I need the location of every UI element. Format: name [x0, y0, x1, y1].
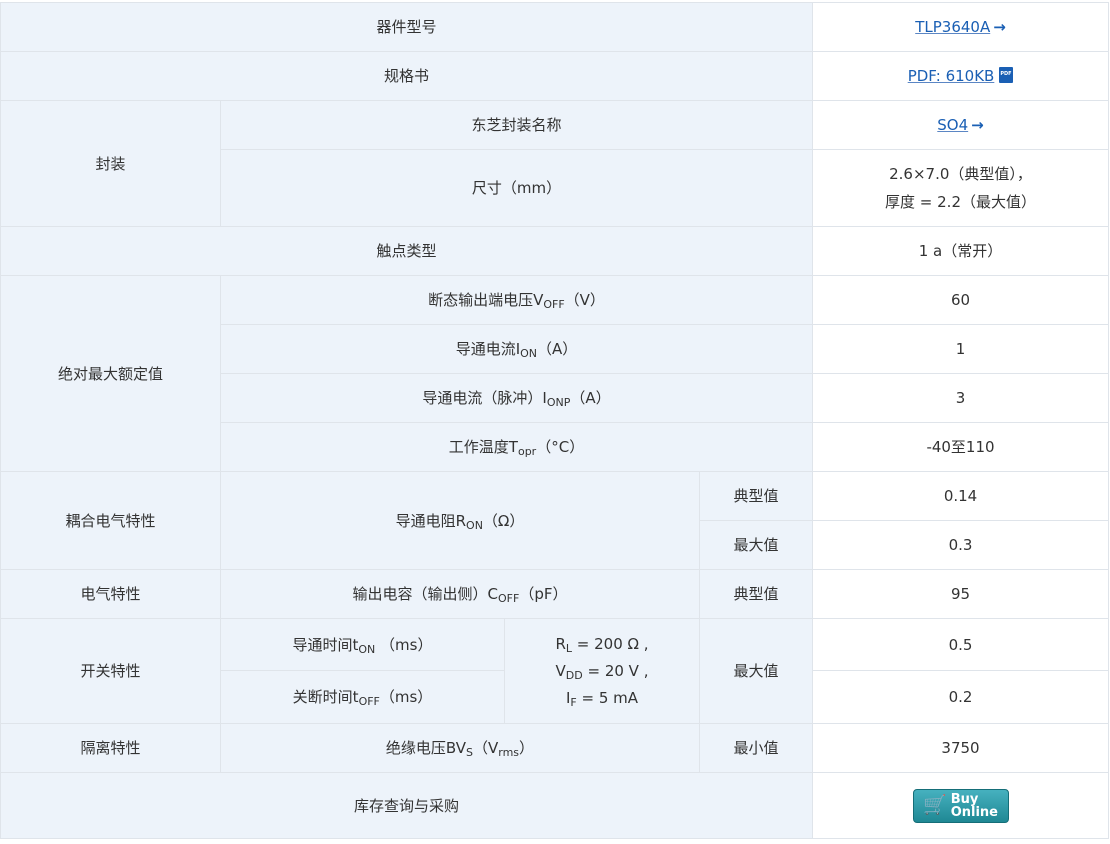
- row-voff: 绝对最大额定值 断态输出端电压VOFF（V） 60: [0, 275, 1110, 472]
- switching-cond: 最大值: [698, 618, 814, 724]
- buy-online-button[interactable]: 🛒 Buy Online: [912, 788, 1009, 823]
- topr-label: 工作温度Topr（°C）: [219, 422, 814, 472]
- part-number-label: 器件型号: [0, 2, 814, 52]
- ion-label: 导通电流ION（A）: [219, 324, 814, 374]
- voff-label: 断态输出端电压VOFF（V）: [219, 275, 814, 325]
- toff-value: 0.2: [812, 670, 1110, 724]
- isolation-label: 隔离特性: [0, 723, 221, 773]
- voff-value: 60: [812, 275, 1110, 325]
- row-coff: 电气特性 输出电容（输出侧）COFF（pF） 典型值 95: [0, 569, 1110, 619]
- ionp-value: 3: [812, 373, 1110, 423]
- row-ron-typ: 耦合电气特性 导通电阻RON（Ω） 典型值 0.14: [0, 471, 1110, 570]
- shopping-cart-icon: 🛒: [923, 794, 947, 816]
- bvs-cond: 最小值: [698, 723, 814, 773]
- if-condition: IF = 5 mA: [565, 688, 639, 709]
- row-contact-type: 触点类型 1 a（常开）: [0, 226, 1110, 276]
- ron-max-value: 0.3: [812, 520, 1110, 570]
- coff-cond: 典型值: [698, 569, 814, 619]
- package-name-label: 东芝封装名称: [219, 100, 814, 150]
- topr-value: -40至110: [812, 422, 1110, 472]
- row-part-number: 器件型号 TLP3640A →: [0, 2, 1110, 52]
- row-ton: 开关特性 导通时间tON （ms） RL = 200 Ω , VDD = 20 …: [0, 618, 1110, 724]
- ton-label: 导通时间tON （ms）: [220, 618, 505, 671]
- package-size-line2: 厚度 = 2.2（最大值）: [885, 193, 1036, 211]
- abs-max-label: 绝对最大额定值: [0, 275, 221, 472]
- ion-value: 1: [812, 324, 1110, 374]
- rl-condition: RL = 200 Ω ,: [555, 634, 649, 655]
- ron-label: 导通电阻RON（Ω）: [220, 471, 700, 570]
- toff-label: 关断时间tOFF（ms）: [220, 670, 505, 724]
- package-size-label: 尺寸（mm）: [219, 149, 814, 227]
- package-size-line1: 2.6×7.0（典型值），: [889, 165, 1032, 183]
- datasheet-label: 规格书: [0, 51, 814, 101]
- arrow-right-icon[interactable]: →: [971, 116, 984, 134]
- coff-value: 95: [812, 569, 1110, 619]
- row-bvs: 隔离特性 绝缘电压BVS（Vrms） 最小值 3750: [0, 723, 1110, 773]
- package-name-link[interactable]: SO4: [937, 116, 968, 134]
- coff-label: 输出电容（输出侧）COFF（pF）: [220, 569, 700, 619]
- row-purchase: 库存查询与采购 🛒 Buy Online: [0, 772, 1110, 839]
- contact-type-value: 1 a（常开）: [812, 226, 1110, 276]
- product-spec-table: 器件型号 TLP3640A → 规格书 PDF: 610KB PDF 封装 东芝封装…: [0, 2, 1110, 839]
- arrow-right-icon[interactable]: →: [993, 18, 1006, 36]
- bvs-value: 3750: [812, 723, 1110, 773]
- switching-conditions: RL = 200 Ω , VDD = 20 V , IF = 5 mA: [504, 618, 700, 724]
- row-datasheet: 规格书 PDF: 610KB PDF: [0, 51, 1110, 101]
- part-number-link[interactable]: TLP3640A: [915, 18, 990, 36]
- ron-typ-label: 典型值: [698, 471, 814, 521]
- ton-value: 0.5: [812, 618, 1110, 671]
- switching-label: 开关特性: [0, 618, 221, 724]
- contact-type-label: 触点类型: [0, 226, 814, 276]
- package-label: 封装: [0, 100, 221, 227]
- purchase-label: 库存查询与采购: [0, 772, 814, 839]
- bvs-label: 绝缘电压BVS（Vrms）: [220, 723, 700, 773]
- coupled-label: 耦合电气特性: [0, 471, 221, 570]
- ron-max-label: 最大值: [698, 520, 814, 570]
- electrical-label: 电气特性: [0, 569, 221, 619]
- row-package-name: 封装 东芝封装名称 SO4 →: [0, 100, 1110, 227]
- datasheet-link[interactable]: PDF: 610KB: [908, 67, 995, 85]
- package-size-value: 2.6×7.0（典型值）， 厚度 = 2.2（最大值）: [812, 149, 1110, 227]
- ron-typ-value: 0.14: [812, 471, 1110, 521]
- vdd-condition: VDD = 20 V ,: [555, 661, 649, 682]
- ionp-label: 导通电流（脉冲）IONP（A）: [219, 373, 814, 423]
- pdf-icon[interactable]: PDF: [999, 67, 1014, 83]
